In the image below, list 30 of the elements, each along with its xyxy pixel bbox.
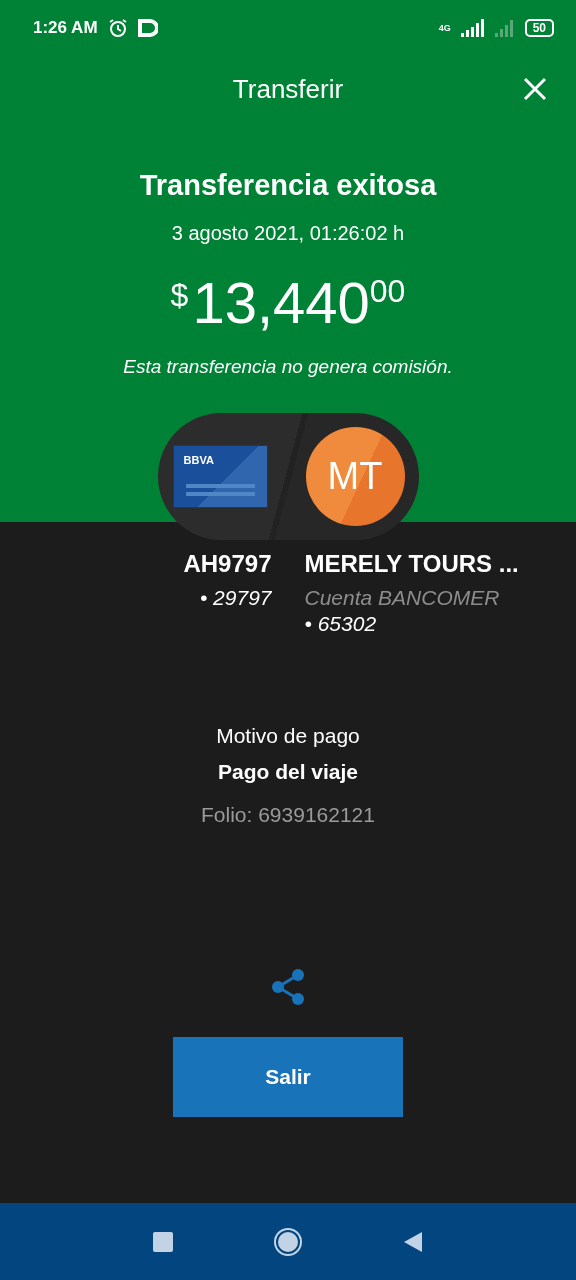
recipient-account-number: • 65302 [304, 612, 377, 636]
app-notification-icon [137, 19, 158, 37]
recipient-avatar: MT [305, 427, 405, 526]
origin-account-number: • 29797 [199, 586, 272, 610]
close-button[interactable] [522, 76, 548, 102]
screen-title: Transferir [232, 73, 344, 105]
battery-level: 50 [524, 19, 554, 37]
amount: 13,440 [192, 269, 370, 336]
folio-number: Folio: 6939162121 [201, 803, 375, 827]
recents-button[interactable] [153, 1231, 173, 1252]
signal-icon [460, 19, 485, 37]
recipient-name: MERELY TOURS ... [304, 550, 519, 578]
status-time: 1:26 AM [33, 18, 98, 38]
back-button[interactable] [403, 1230, 423, 1253]
bank-logo: BBVA [183, 454, 214, 466]
transfer-date: 3 agosto 2021, 01:26:02 h [171, 222, 405, 245]
payment-reason: Pago del viaje [217, 760, 359, 784]
exit-button[interactable]: Salir [173, 1037, 403, 1117]
amount-cents: 00 [369, 273, 406, 310]
signal-icon [494, 19, 515, 37]
share-button[interactable] [271, 969, 305, 1005]
recipient-bank: Cuenta BANCOMER [304, 586, 500, 610]
origin-account-name: AH9797 [183, 550, 272, 578]
currency-symbol: $ [170, 277, 189, 314]
payment-reason-label: Motivo de pago [216, 724, 360, 748]
home-button[interactable] [273, 1226, 303, 1257]
alarm-icon [107, 18, 128, 38]
commission-note: Esta transferencia no genera comisión. [123, 356, 453, 378]
network-type: 4G [438, 23, 451, 33]
success-heading: Transferencia exitosa [139, 169, 437, 202]
